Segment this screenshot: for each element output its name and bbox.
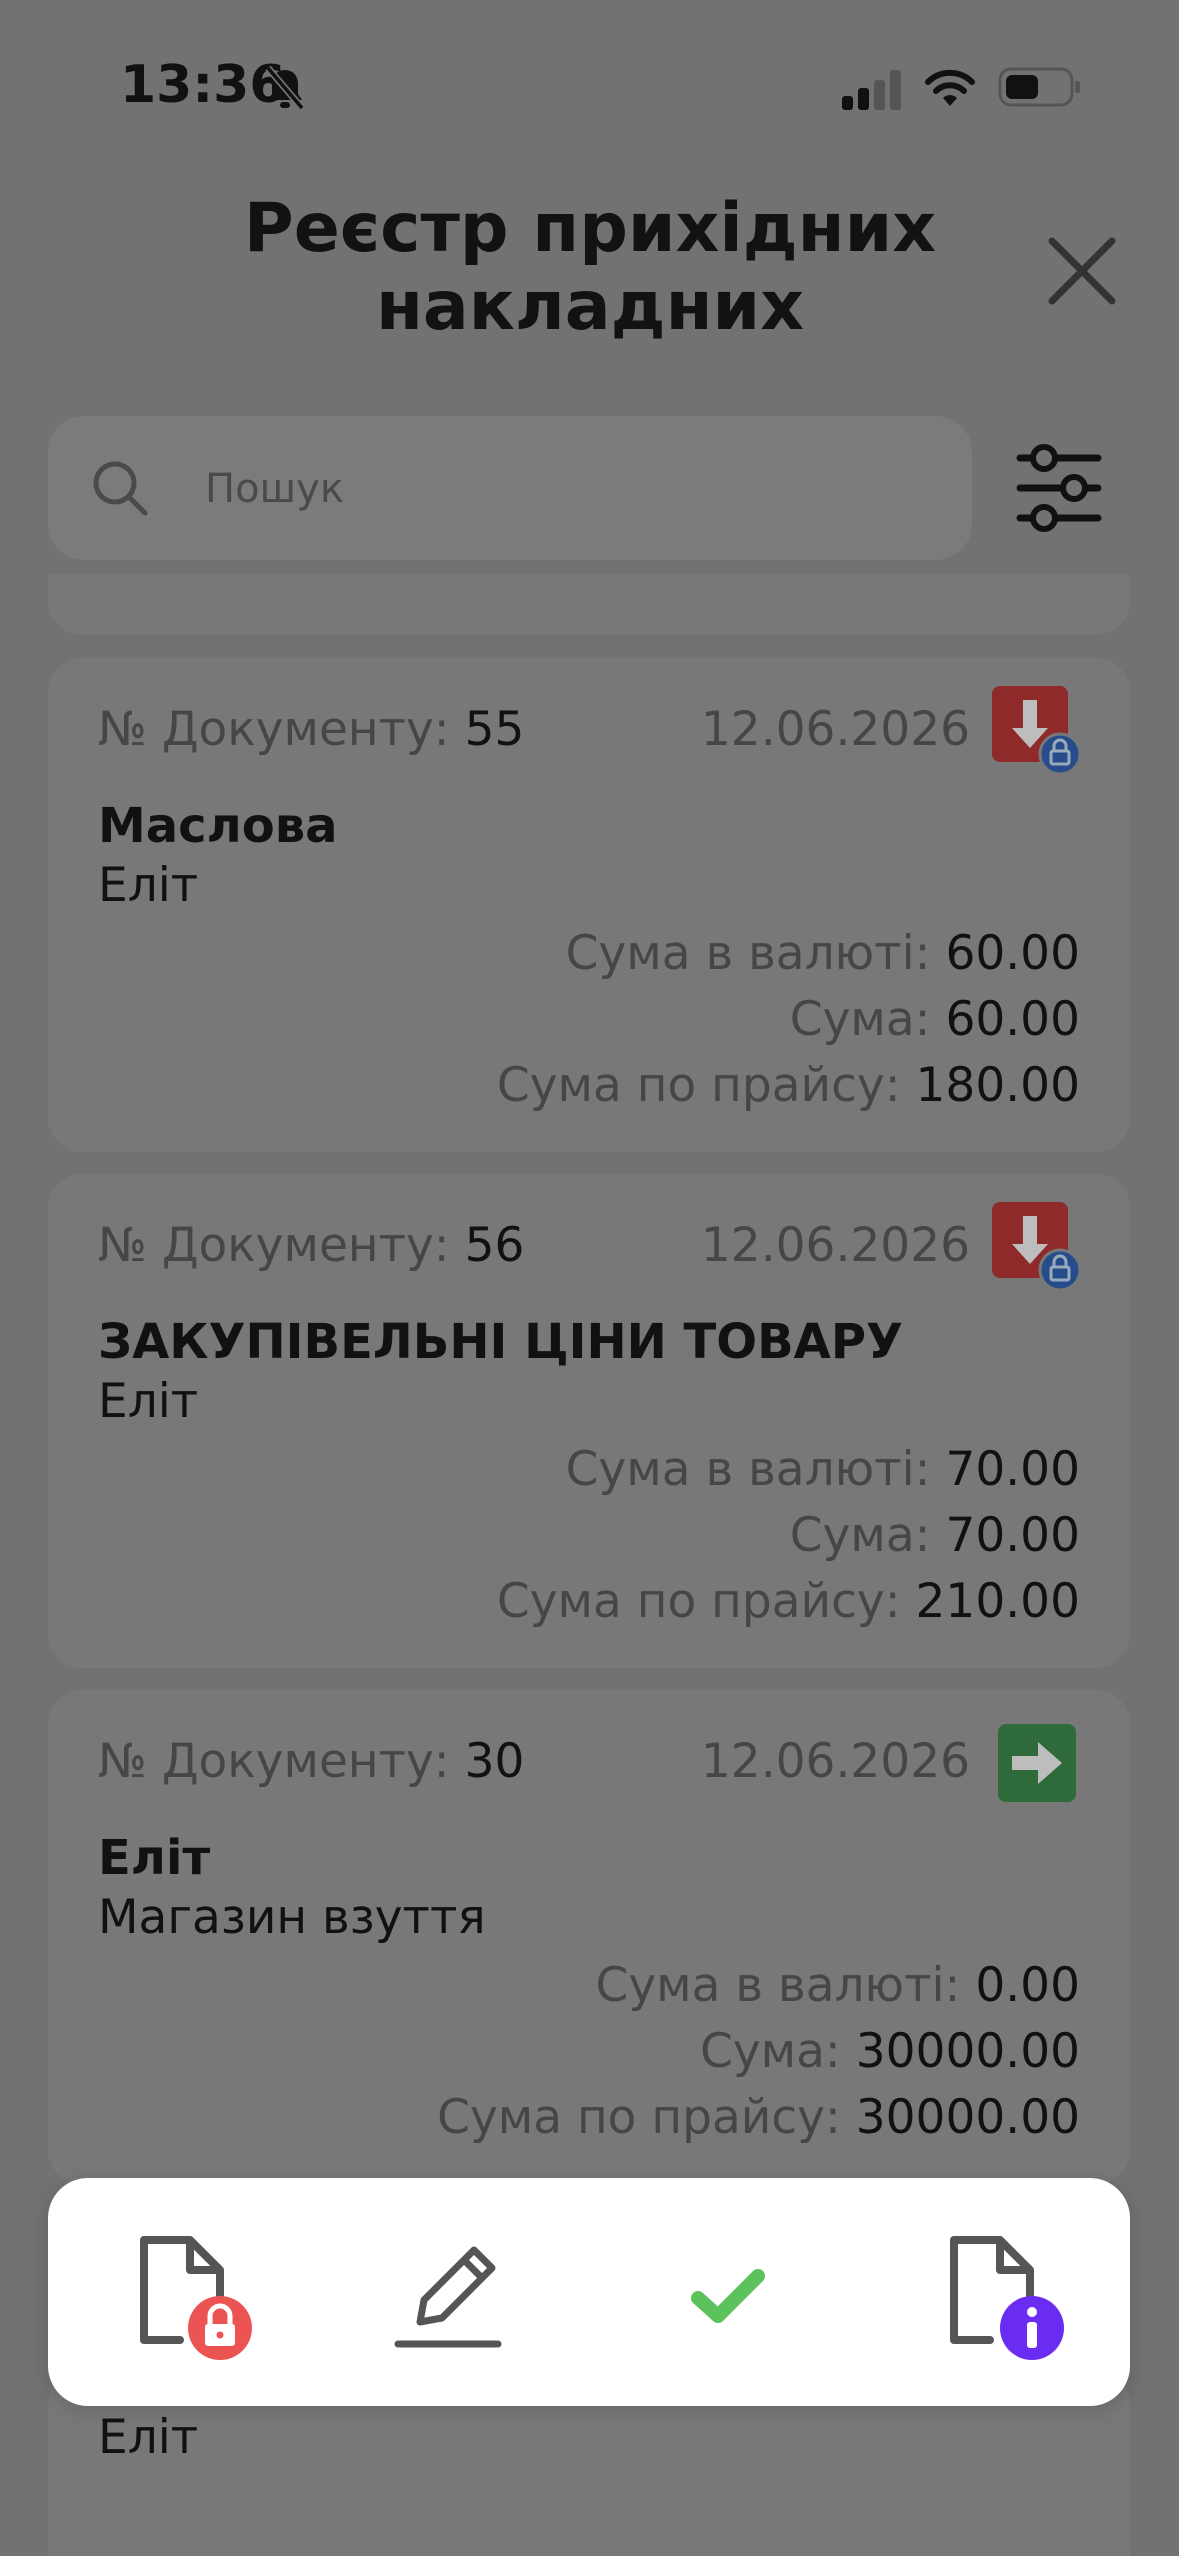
page-title-line2: накладних (375, 267, 805, 346)
edit-pencil-icon (394, 2246, 502, 2348)
transfer-arrow-icon (998, 1724, 1076, 1802)
doc-number: № Документу: 56 (98, 1218, 524, 1273)
search-icon (93, 461, 148, 516)
status-time: 13:36 (120, 55, 286, 115)
page-title-line1: Реєстр прихідних (243, 189, 937, 268)
doc-number: № Документу: 30 (98, 1734, 524, 1789)
document-info-icon (950, 2236, 1064, 2360)
sum-currency-value: 70.00 (945, 1442, 1080, 1497)
sum-price-row: Сума по прайсу: 180.00 (497, 1058, 1080, 1113)
sum-price-label: Сума по прайсу: (437, 2090, 841, 2145)
close-button[interactable] (1046, 235, 1118, 307)
doc-number-label: № Документу: (98, 1734, 450, 1789)
doc-name: Еліт (98, 1830, 211, 1886)
search-bar[interactable] (48, 416, 972, 560)
status-bar: 13:36 (0, 0, 1179, 170)
sum-price-row: Сума по прайсу: 210.00 (497, 1574, 1080, 1629)
sum-value: 60.00 (945, 992, 1080, 1047)
sum-price-value: 210.00 (915, 1574, 1080, 1629)
sum-currency-row: Сума в валюті: 70.00 (566, 1442, 1080, 1497)
doc-subtitle: Еліт (98, 1374, 199, 1429)
confirm-button[interactable] (658, 2218, 798, 2368)
doc-number-value: 56 (464, 1218, 525, 1273)
silent-bell-icon (265, 65, 305, 111)
sum-value: 70.00 (945, 1508, 1080, 1563)
document-info-button[interactable] (928, 2218, 1068, 2368)
cellular-signal-icon (842, 70, 901, 110)
sum-price-label: Сума по прайсу: (496, 1058, 901, 1113)
search-input[interactable] (203, 456, 907, 522)
doc-date: 12.06.2026 (700, 1734, 970, 1789)
sum-row: Сума: 30000.00 (700, 2024, 1080, 2079)
document-card[interactable]: № Документу: 55 12.06.2026 Маслова Еліт … (48, 658, 1130, 1152)
sum-currency-row: Сума в валюті: 0.00 (596, 1958, 1080, 2013)
sum-currency-value: 0.00 (975, 1958, 1080, 2013)
battery-icon (998, 67, 1080, 107)
sum-label: Сума: (700, 2024, 841, 2079)
lock-document-button[interactable] (118, 2218, 258, 2368)
doc-date: 12.06.2026 (700, 702, 970, 757)
document-card[interactable]: № Документу: 30 12.06.2026 Еліт Магазин … (48, 1690, 1130, 2184)
sum-value: 30000.00 (855, 2024, 1080, 2079)
screen: 13:36 Реєстр прихідних накладних Пошук №… (0, 0, 1179, 2556)
doc-number-value: 30 (464, 1734, 525, 1789)
incoming-locked-icon (992, 686, 1082, 776)
sum-label: Сума: (789, 1508, 931, 1563)
action-bar (48, 2178, 1130, 2406)
filter-sliders-button[interactable] (1014, 440, 1104, 536)
doc-number: № Документу: 55 (98, 702, 524, 757)
sum-currency-row: Сума в валюті: 60.00 (566, 926, 1080, 981)
page-title: Реєстр прихідних накладних (200, 190, 980, 346)
sum-price-row: Сума по прайсу: 30000.00 (437, 2090, 1080, 2145)
wifi-icon (925, 69, 975, 106)
doc-number-label: № Документу: (98, 1218, 450, 1273)
sum-currency-label: Сума в валюті: (595, 1958, 961, 2013)
document-card[interactable]: № Документу: 56 12.06.2026 ЗАКУПІВЕЛЬНІ … (48, 1174, 1130, 1668)
doc-date: 12.06.2026 (700, 1218, 970, 1273)
check-icon (691, 2269, 765, 2323)
incoming-locked-icon (992, 1202, 1082, 1292)
sum-row: Сума: 60.00 (790, 992, 1080, 1047)
lock-document-icon (140, 2236, 252, 2360)
sum-currency-label: Сума в валюті: (565, 926, 931, 981)
sum-price-value: 30000.00 (855, 2090, 1080, 2145)
sum-row: Сума: 70.00 (790, 1508, 1080, 1563)
sum-price-label: Сума по прайсу: (496, 1574, 901, 1629)
sum-label: Сума: (789, 992, 931, 1047)
doc-subtitle: Еліт (98, 858, 199, 913)
list-item-partial[interactable] (48, 575, 1130, 635)
sum-price-value: 180.00 (915, 1058, 1080, 1113)
doc-name: Маслова (98, 798, 338, 854)
edit-button[interactable] (378, 2218, 518, 2368)
doc-name: ЗАКУПІВЕЛЬНІ ЦІНИ ТОВАРУ (98, 1314, 904, 1370)
doc-subtitle: Еліт (98, 2410, 199, 2465)
doc-number-value: 55 (464, 702, 525, 757)
sum-currency-label: Сума в валюті: (565, 1442, 931, 1497)
doc-number-label: № Документу: (98, 702, 450, 757)
sum-currency-value: 60.00 (945, 926, 1080, 981)
doc-subtitle: Магазин взуття (98, 1890, 486, 1945)
